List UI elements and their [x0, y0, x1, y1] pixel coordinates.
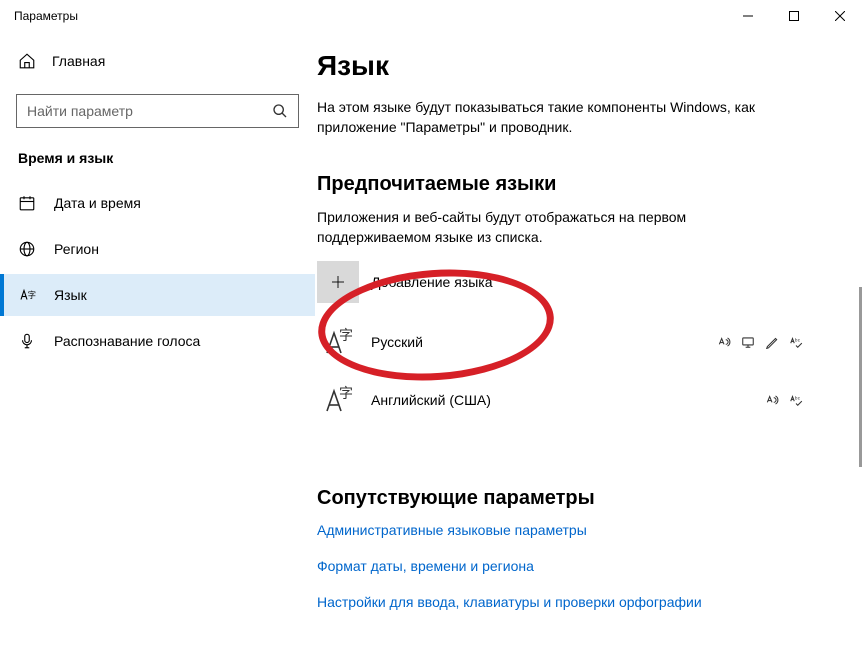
link-admin-language[interactable]: Административные языковые параметры: [317, 522, 833, 538]
close-icon: [835, 11, 845, 21]
sidebar: Главная Время и язык Дата и время Регион: [0, 32, 315, 669]
preferred-description: Приложения и веб-сайты будут отображатьс…: [317, 208, 757, 247]
language-name: Английский (США): [371, 392, 765, 408]
language-features: bc: [717, 335, 803, 349]
add-icon-square: [317, 261, 359, 303]
link-date-format[interactable]: Формат даты, времени и региона: [317, 558, 833, 574]
main-content: Язык На этом языке будут показываться та…: [315, 32, 863, 669]
minimize-icon: [743, 11, 753, 21]
minimize-button[interactable]: [725, 0, 771, 32]
microphone-icon: [18, 332, 36, 350]
search-box[interactable]: [16, 94, 299, 128]
plus-icon: [329, 273, 347, 291]
home-nav[interactable]: Главная: [0, 42, 315, 80]
window-title: Параметры: [14, 9, 78, 23]
sidebar-item-label: Регион: [54, 241, 99, 257]
search-icon: [272, 103, 288, 119]
link-input-settings[interactable]: Настройки для ввода, клавиатуры и провер…: [317, 594, 833, 610]
sidebar-item-region[interactable]: Регион: [0, 228, 315, 270]
display-language-icon: [741, 335, 755, 349]
page-description: На этом языке будут показываться такие к…: [317, 98, 787, 137]
language-icon: 字: [18, 286, 36, 304]
add-language-label: Добавление языка: [371, 274, 493, 290]
home-icon: [18, 52, 36, 70]
language-item-english[interactable]: 字 Английский (США) bc: [317, 373, 807, 427]
language-name: Русский: [371, 334, 717, 350]
svg-text:c: c: [798, 396, 801, 401]
sidebar-item-label: Язык: [54, 287, 87, 303]
close-button[interactable]: [817, 0, 863, 32]
sidebar-item-language[interactable]: 字 Язык: [0, 274, 315, 316]
language-item-russian[interactable]: 字 Русский bc: [317, 315, 807, 369]
svg-text:字: 字: [28, 290, 36, 300]
globe-icon: [18, 240, 36, 258]
svg-text:字: 字: [339, 327, 353, 343]
window-controls: [725, 0, 863, 32]
sidebar-item-label: Дата и время: [54, 195, 141, 211]
maximize-icon: [789, 11, 799, 21]
sidebar-category: Время и язык: [0, 150, 315, 166]
spellcheck-icon: bc: [789, 335, 803, 349]
sidebar-item-label: Распознавание голоса: [54, 333, 200, 349]
svg-text:字: 字: [339, 385, 353, 401]
sidebar-item-datetime[interactable]: Дата и время: [0, 182, 315, 224]
handwriting-icon: [765, 335, 779, 349]
add-language-button[interactable]: Добавление языка: [317, 261, 807, 303]
preferred-heading: Предпочитаемые языки: [317, 173, 833, 196]
svg-text:c: c: [798, 338, 801, 343]
language-glyph-icon: 字: [317, 379, 359, 421]
spellcheck-icon: bc: [789, 393, 803, 407]
sidebar-item-speech[interactable]: Распознавание голоса: [0, 320, 315, 362]
home-label: Главная: [52, 53, 105, 69]
text-to-speech-icon: [717, 335, 731, 349]
titlebar: Параметры: [0, 0, 863, 32]
language-features: bc: [765, 393, 803, 407]
maximize-button[interactable]: [771, 0, 817, 32]
scrollbar-thumb[interactable]: [859, 287, 862, 467]
page-title: Язык: [317, 50, 833, 82]
search-input[interactable]: [27, 103, 272, 119]
related-heading: Сопутствующие параметры: [317, 487, 833, 510]
text-to-speech-icon: [765, 393, 779, 407]
calendar-clock-icon: [18, 194, 36, 212]
language-glyph-icon: 字: [317, 321, 359, 363]
